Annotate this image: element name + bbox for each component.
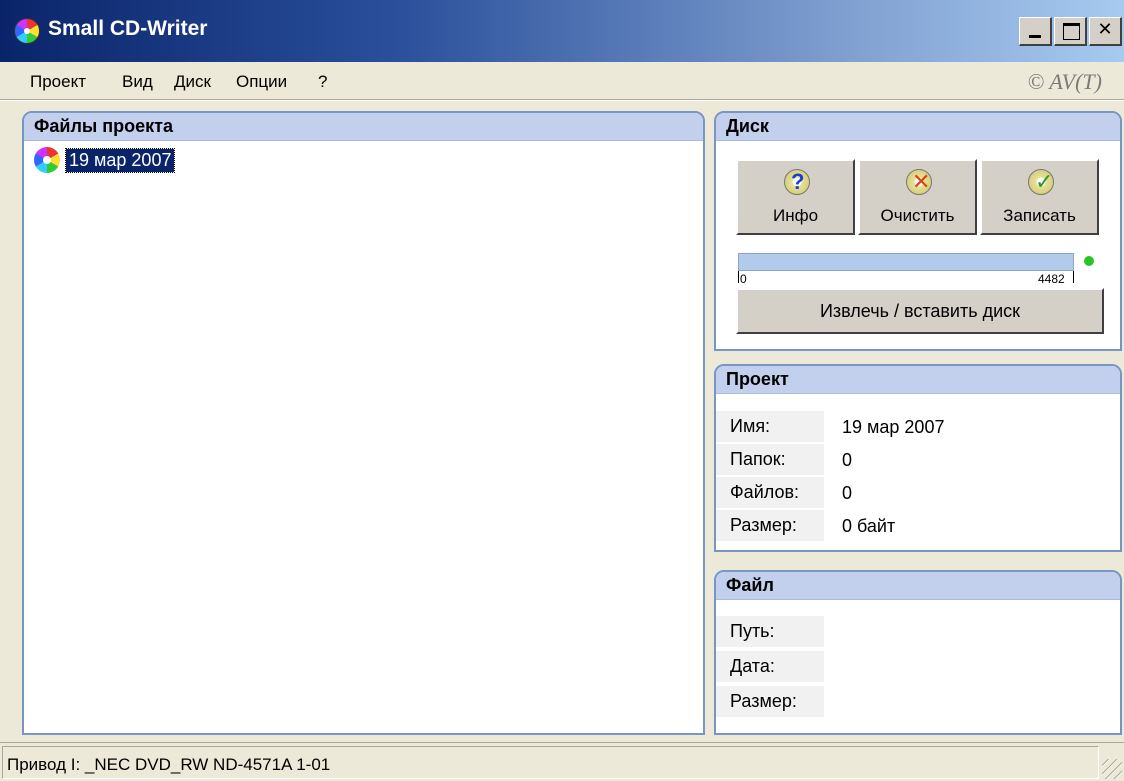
cd-icon [34,147,60,173]
project-files-row: Файлов: 0 [716,477,1120,508]
menu-view[interactable]: Вид [122,72,153,92]
project-size-row: Размер: 0 байт [716,510,1120,541]
menu-divider [0,99,1124,101]
field-label: Путь: [716,616,824,647]
field-value: 0 байт [842,516,896,536]
erase-button[interactable]: ✕ Очистить [858,159,977,235]
project-panel-title: Проект [716,366,1120,394]
disk-panel-title: Диск [716,113,1120,141]
file-date-row: Дата: [716,651,1120,682]
copyright-label: © AV(T) [1027,69,1103,94]
menu-bar: Проект Вид Диск Опции ? © AV(T) [0,62,1124,100]
info-button[interactable]: ? Инфо [736,159,855,235]
menu-disk[interactable]: Диск [174,72,211,92]
close-button[interactable]: ✕ [1089,17,1122,46]
capacity-min: 0 [740,272,747,286]
field-value: 0 [842,483,853,503]
project-name-row: Имя: 19 мар 2007 [716,411,1120,442]
minimize-button[interactable] [1019,17,1052,46]
field-label: Имя: [716,411,824,442]
field-label: Файлов: [716,477,824,508]
window-title: Small CD-Writer [48,17,208,40]
close-icon: ✕ [1097,19,1113,40]
disk-panel: Диск ? Инфо ✕ Очистить ✓ Записать 0 4482… [714,111,1122,351]
eject-insert-button[interactable]: Извлечь / вставить диск [736,288,1104,334]
disk-erase-icon: ✕ [906,169,932,195]
capacity-scale [738,271,1074,283]
field-value: 19 мар 2007 [842,417,945,437]
field-label: Размер: [716,510,824,541]
file-panel-title: Файл [716,572,1120,600]
disk-buttons: ? Инфо ✕ Очистить ✓ Записать [736,159,1099,235]
menu-project[interactable]: Проект [30,72,86,92]
project-files-title: Файлы проекта [24,113,703,141]
window-controls: ✕ [1019,17,1122,46]
project-files-panel: Файлы проекта 19 мар 2007 [22,111,705,735]
resize-grip-icon[interactable] [1102,759,1122,779]
erase-button-label: Очистить [880,206,955,225]
menu-options[interactable]: Опции [236,72,287,92]
field-value: 0 [842,450,853,470]
file-panel: Файл Путь: Дата: Размер: [714,570,1122,735]
field-label: Папок: [716,444,824,475]
menu-help[interactable]: ? [318,72,327,92]
disk-info-icon: ? [784,169,810,195]
write-button-label: Записать [1003,206,1076,225]
project-panel: Проект Имя: 19 мар 2007 Папок: 0 Файлов:… [714,364,1122,552]
capacity-bar [738,253,1074,271]
drive-status-text: Привод I: _NEC DVD_RW ND-4571A 1-01 [7,755,331,774]
status-led-icon [1084,256,1094,266]
write-button[interactable]: ✓ Записать [980,159,1099,235]
file-size-row: Размер: [716,686,1120,717]
maximize-button[interactable] [1054,17,1087,46]
file-path-row: Путь: [716,616,1120,647]
disk-write-icon: ✓ [1028,169,1054,195]
status-cell: Привод I: _NEC DVD_RW ND-4571A 1-01 [2,746,1099,779]
tree-item[interactable]: 19 мар 2007 [34,147,176,173]
field-label: Дата: [716,651,824,682]
cd-icon [14,18,40,44]
info-button-label: Инфо [772,206,819,225]
project-folders-row: Папок: 0 [716,444,1120,475]
capacity-max: 4482 [1038,272,1065,286]
tree-item-label: 19 мар 2007 [64,147,176,173]
field-label: Размер: [716,686,824,717]
title-bar[interactable]: Small CD-Writer ✕ [0,0,1124,62]
status-bar: Привод I: _NEC DVD_RW ND-4571A 1-01 [0,742,1124,781]
